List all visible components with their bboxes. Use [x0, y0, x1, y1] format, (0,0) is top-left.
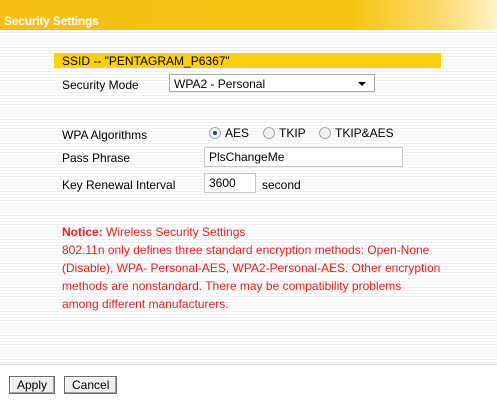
radio-tkip-aes-label: TKIP&AES — [335, 126, 394, 140]
pass-phrase-input[interactable]: PlsChangeMe — [204, 147, 403, 167]
notice-heading: Notice: Wireless Security Settings — [62, 223, 472, 241]
security-mode-value: WPA2 - Personal — [174, 77, 266, 91]
radio-dot-icon — [209, 127, 221, 139]
key-renewal-label: Key Renewal Interval — [62, 178, 176, 192]
radio-tkip[interactable]: TKIP — [263, 126, 306, 140]
radio-aes[interactable]: AES — [209, 126, 249, 140]
apply-button[interactable]: Apply — [9, 376, 56, 394]
radio-tkip-aes[interactable]: TKIP&AES — [319, 126, 394, 140]
ssid-label: SSID -- "PENTAGRAM_P6367" — [62, 54, 230, 68]
key-renewal-unit: second — [262, 178, 301, 192]
notice-line: (Disable), WPA- Personal-AES, WPA2-Perso… — [62, 261, 441, 275]
pass-phrase-label: Pass Phrase — [62, 151, 131, 165]
security-mode-select[interactable]: WPA2 - Personal — [169, 74, 375, 92]
notice-line: among different manufacturers. — [62, 297, 229, 311]
radio-dot-icon — [319, 127, 331, 139]
key-renewal-input[interactable]: 3600 — [204, 173, 256, 193]
settings-panel: SSID -- "PENTAGRAM_P6367" Security Mode … — [0, 30, 497, 364]
radio-dot-icon — [263, 127, 275, 139]
notice-line: 802.11n only defines three standard encr… — [62, 243, 430, 257]
notice-line: methods are nonstandard. There may be co… — [62, 279, 402, 293]
notice-title: Notice: — [62, 225, 103, 239]
ssid-banner: SSID -- "PENTAGRAM_P6367" — [54, 53, 441, 68]
page-title: Security Settings — [4, 14, 99, 28]
radio-tkip-label: TKIP — [279, 126, 306, 140]
cancel-button[interactable]: Cancel — [64, 376, 118, 394]
wpa-algorithms-label: WPA Algorithms — [62, 128, 148, 142]
security-mode-label: Security Mode — [62, 78, 139, 92]
notice-subtitle: Wireless Security Settings — [106, 225, 246, 239]
footer: Apply Cancel — [0, 364, 497, 400]
radio-aes-label: AES — [225, 126, 250, 140]
notice-text: Notice: Wireless Security Settings 802.1… — [62, 223, 472, 313]
title-bar: Security Settings — [0, 0, 497, 30]
chevron-down-icon — [358, 82, 366, 86]
